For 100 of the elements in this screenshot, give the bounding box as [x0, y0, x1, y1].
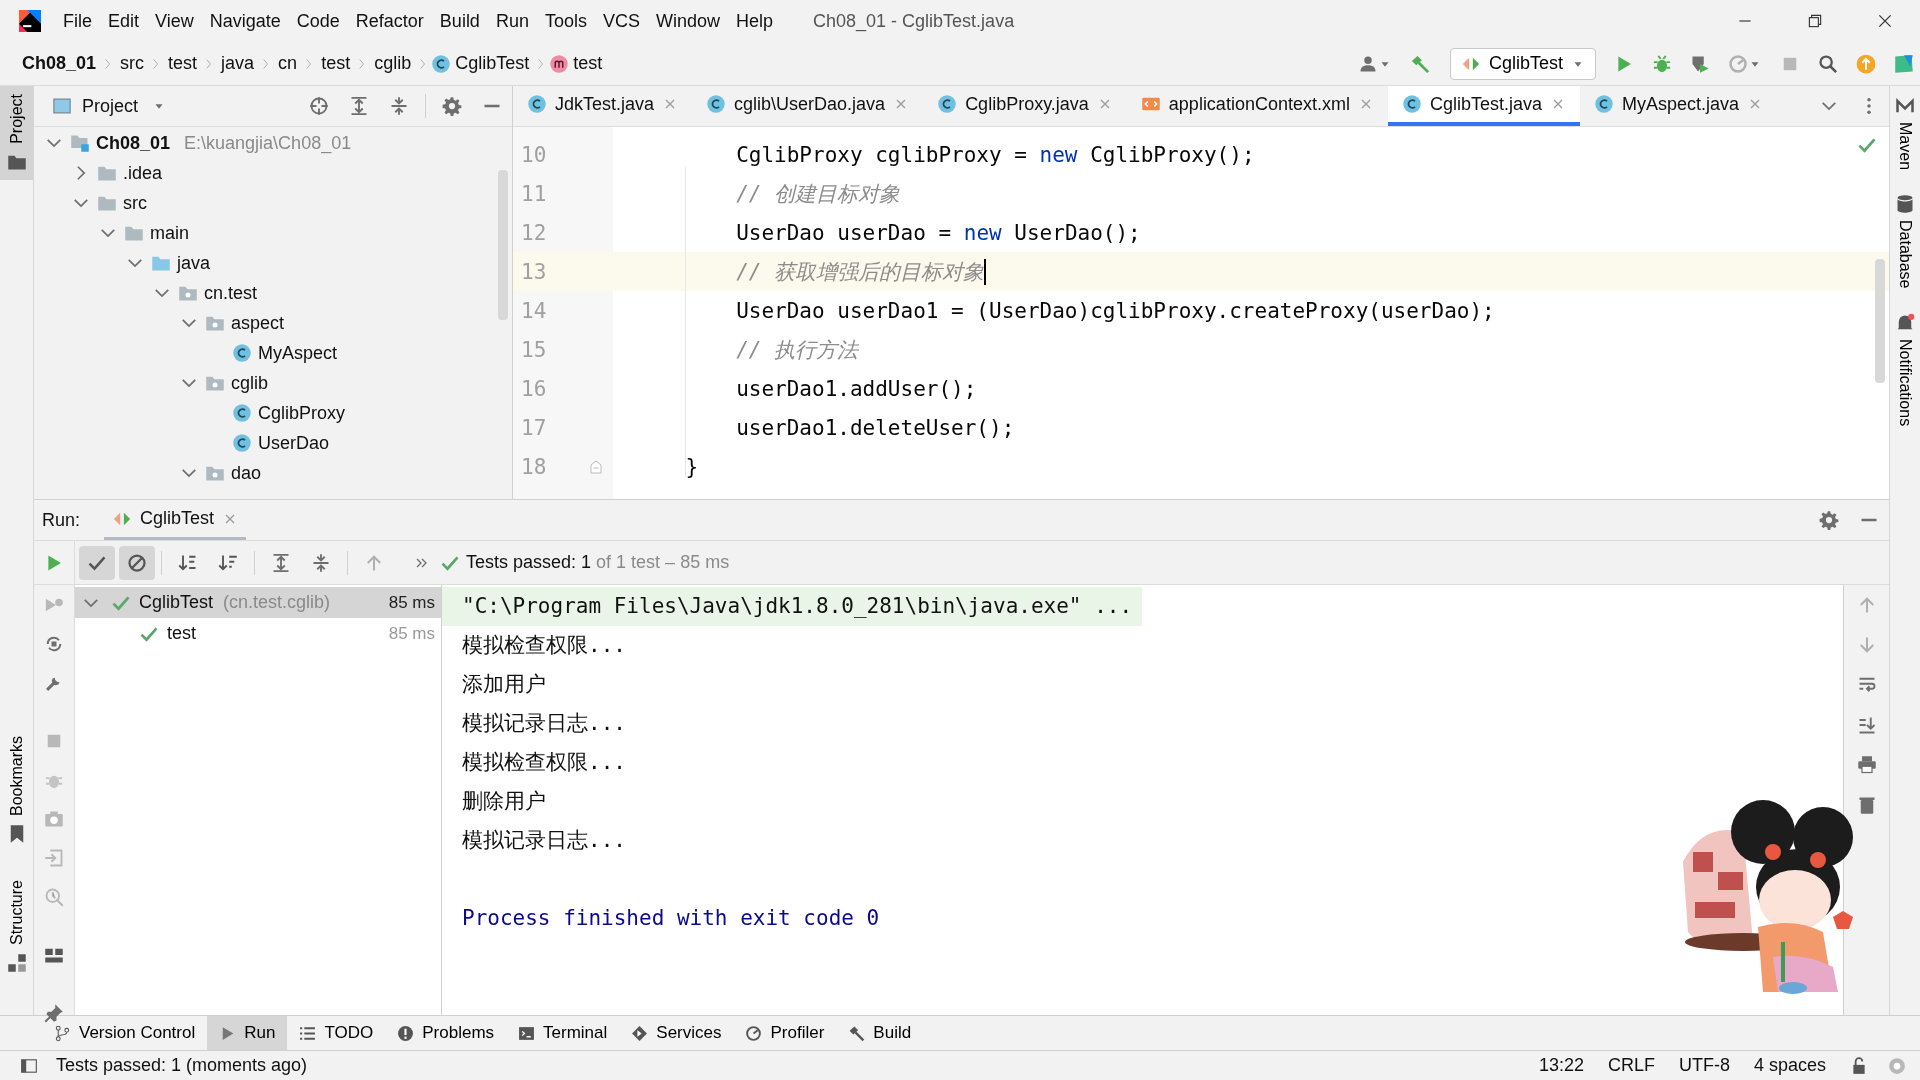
tree-item[interactable]: main: [150, 222, 189, 244]
scrollbar[interactable]: [1875, 259, 1885, 383]
editor-tab[interactable]: MyAspect.java: [1580, 86, 1778, 126]
class-icon: [232, 433, 252, 453]
tree-item[interactable]: MyAspect: [258, 342, 338, 364]
file-encoding[interactable]: UTF-8: [1678, 1055, 1730, 1076]
refresh-icon[interactable]: [44, 634, 64, 654]
module-icon: [70, 133, 90, 153]
editor-tab[interactable]: applicationContext.xml: [1126, 86, 1388, 126]
tool-window-button[interactable]: Build: [836, 1016, 924, 1050]
tool-window-button[interactable]: Services: [619, 1016, 734, 1050]
collapse-all-icon[interactable]: [389, 96, 409, 116]
run-config-dropdown[interactable]: CglibTest: [1449, 47, 1596, 80]
class-icon: [1594, 94, 1614, 114]
tool-window-tab[interactable]: Database: [1890, 194, 1920, 289]
test-row[interactable]: test 85 ms: [75, 618, 441, 649]
menu-item[interactable]: Code: [296, 10, 340, 32]
logo-icon[interactable]: [1894, 53, 1914, 74]
tool-window-tab[interactable]: Maven: [1890, 96, 1920, 171]
breadcrumb[interactable]: java: [221, 53, 255, 74]
breadcrumb[interactable]: test: [321, 53, 351, 74]
tree-item[interactable]: .idea: [123, 162, 163, 184]
tree-item[interactable]: cglib: [231, 372, 269, 394]
test-row[interactable]: CglibTest (cn.test.cglib) 85 ms: [75, 587, 441, 618]
console-line: 模拟检查权限...: [461, 749, 627, 776]
tool-window-button[interactable]: TODO: [287, 1016, 386, 1050]
pin-icon[interactable]: [44, 1003, 64, 1023]
breadcrumb[interactable]: cn: [278, 53, 298, 74]
menu-item[interactable]: Help: [736, 10, 774, 32]
tool-window-tab[interactable]: Project: [0, 86, 33, 180]
collapse-all-icon[interactable]: [311, 552, 331, 573]
editor-tab[interactable]: JdkTest.java: [513, 86, 693, 126]
settings-icon[interactable]: [1819, 510, 1839, 530]
status-message: Tests passed: 1 (moments ago): [56, 1055, 308, 1076]
close-icon[interactable]: [1876, 12, 1894, 30]
tool-window-button[interactable]: Run: [207, 1016, 288, 1050]
tool-window-tab[interactable]: Notifications: [1890, 312, 1920, 426]
breadcrumb[interactable]: test: [168, 53, 198, 74]
hammer-icon[interactable]: [1409, 53, 1430, 74]
editor-tab[interactable]: CglibProxy.java: [923, 86, 1127, 126]
breadcrumb[interactable]: Ch08_01: [22, 53, 97, 74]
menu-item[interactable]: View: [155, 10, 194, 32]
breadcrumb[interactable]: src: [120, 53, 145, 74]
tree-item[interactable]: CglibProxy: [258, 402, 346, 424]
tree-item[interactable]: java: [177, 252, 211, 274]
print-icon[interactable]: [1856, 755, 1877, 775]
panel-toggle-icon[interactable]: [20, 1056, 38, 1075]
cursor-position[interactable]: 13:22: [1538, 1055, 1584, 1076]
editor-tab[interactable]: cglib\UserDao.java: [692, 86, 924, 126]
tool-window-button[interactable]: Profiler: [733, 1016, 837, 1050]
breadcrumb[interactable]: test: [573, 53, 603, 74]
menu-item[interactable]: Run: [495, 10, 529, 32]
line-separator[interactable]: CRLF: [1607, 1055, 1655, 1076]
expand-all-icon[interactable]: [271, 552, 291, 573]
menu-item[interactable]: VCS: [602, 10, 640, 32]
menu-item[interactable]: Tools: [544, 10, 587, 32]
console-line: 删除用户: [461, 788, 547, 815]
expand-all-icon[interactable]: [349, 96, 369, 116]
debug-icon[interactable]: [1652, 53, 1672, 74]
tree-item[interactable]: dao: [231, 462, 262, 484]
console-line: Process finished with exit code 0: [461, 905, 881, 932]
menu-item[interactable]: Build: [439, 10, 480, 32]
scrollbar[interactable]: [498, 170, 508, 320]
menu-item[interactable]: Navigate: [209, 10, 281, 32]
code-line: UserDao userDao = new UserDao();: [735, 220, 1141, 245]
console-line: 模拟记录日志...: [461, 710, 627, 737]
tree-item[interactable]: aspect: [231, 312, 285, 334]
tool-window-button[interactable]: Problems: [385, 1016, 507, 1050]
ignored-icon[interactable]: [119, 545, 155, 580]
indent-setting[interactable]: 4 spaces: [1753, 1055, 1826, 1076]
tree-item[interactable]: cn.test: [204, 282, 258, 304]
menu-item[interactable]: Refactor: [355, 10, 424, 32]
panel-title[interactable]: Project: [82, 95, 139, 117]
tool-window-tab[interactable]: Structure: [0, 872, 33, 981]
tool-window-button[interactable]: Terminal: [506, 1016, 620, 1050]
tool-window-tab[interactable]: Bookmarks: [0, 728, 33, 853]
tree-item[interactable]: UserDao: [258, 432, 330, 454]
tree-item[interactable]: src: [123, 192, 147, 214]
restore-icon[interactable]: [1806, 12, 1824, 30]
search-icon[interactable]: [1818, 53, 1838, 74]
breadcrumb[interactable]: CglibTest: [455, 53, 530, 74]
settings-icon[interactable]: [442, 96, 462, 116]
locate-icon[interactable]: [309, 96, 329, 116]
test-summary: Tests passed: 1 of 1 test – 85 ms: [466, 552, 730, 573]
run-tab[interactable]: CglibTest: [104, 500, 247, 540]
branch-icon: [54, 1024, 71, 1042]
check-icon[interactable]: [79, 545, 115, 580]
menu-item[interactable]: File: [63, 10, 92, 32]
lock-icon[interactable]: [1850, 1056, 1868, 1075]
line-number: 11: [520, 180, 548, 208]
breadcrumb[interactable]: cglib: [374, 53, 412, 74]
code-line: }: [684, 454, 699, 479]
list-icon: [299, 1024, 317, 1042]
menu-item[interactable]: Edit: [108, 10, 140, 32]
editor-tab[interactable]: CglibTest.java: [1387, 86, 1580, 126]
tool-window-button[interactable]: Version Control: [42, 1016, 208, 1050]
menu-item[interactable]: Window: [655, 10, 720, 32]
code-line: userDao1.addUser();: [735, 376, 977, 401]
tree-item[interactable]: Ch08_01: [96, 132, 171, 154]
test-duration: 85 ms: [388, 592, 435, 613]
